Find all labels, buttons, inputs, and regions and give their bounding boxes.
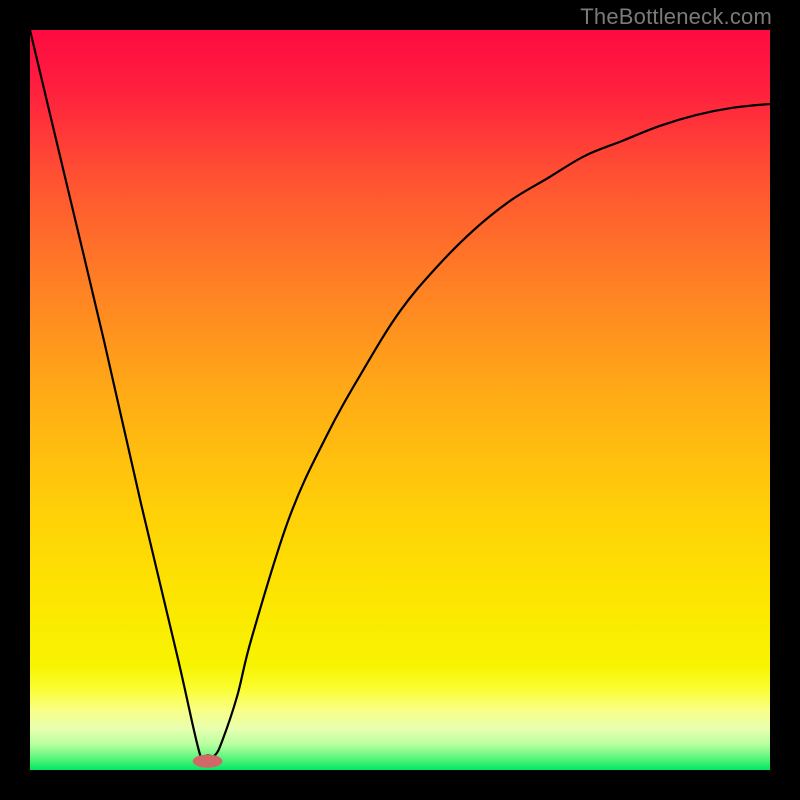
optimum-marker bbox=[193, 754, 223, 767]
chart-frame: TheBottleneck.com bbox=[0, 0, 800, 800]
plot-area bbox=[30, 30, 770, 770]
gradient-background bbox=[30, 30, 770, 770]
chart-svg bbox=[30, 30, 770, 770]
watermark-text: TheBottleneck.com bbox=[580, 4, 772, 30]
